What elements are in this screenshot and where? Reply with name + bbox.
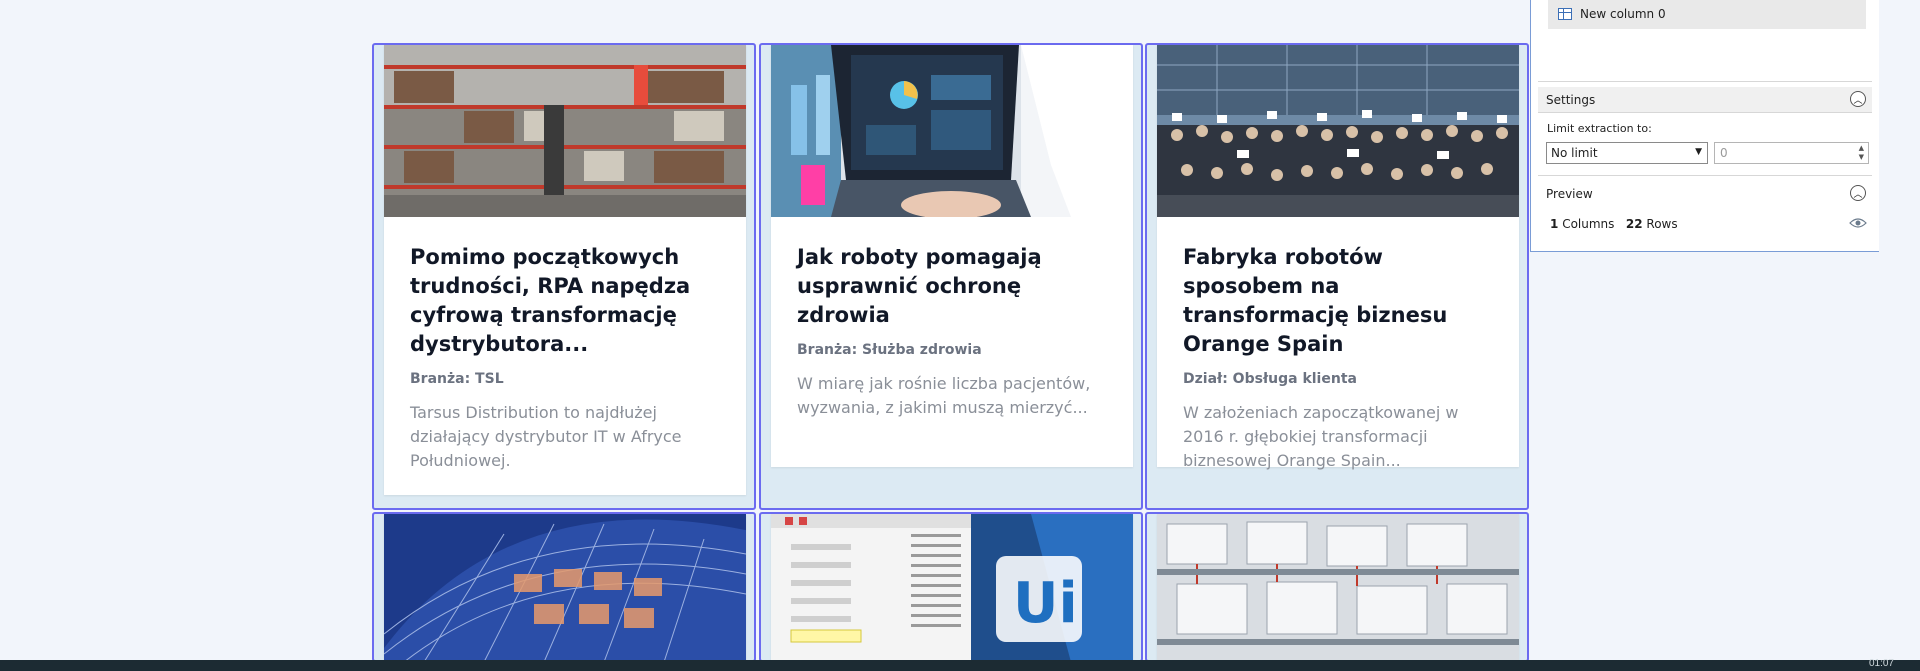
columns-count: 1 [1550,217,1559,231]
card-title[interactable]: Pomimo początkowych trudności, RPA napęd… [410,243,720,359]
warehouse-image [384,45,746,217]
case-study-card-6[interactable] [1145,512,1529,662]
case-study-card-3[interactable]: Fabryka robotów sposobem na transformacj… [1145,43,1529,510]
card-category: Branża: TSL [410,371,504,387]
limit-dropdown-value: No limit [1551,146,1598,160]
collapse-preview-icon[interactable]: ︿ [1850,185,1866,201]
divider [1538,81,1872,82]
case-study-card-1[interactable]: Pomimo początkowych trudności, RPA napęd… [372,43,756,510]
page-margin [1879,0,1920,660]
chevron-down-icon: ▼ [1695,147,1702,157]
case-study-card-2[interactable]: Jak roboty pomagają usprawnić ochronę zd… [759,43,1143,510]
taskbar-clock: 01:07 [1868,658,1894,669]
card-1-content[interactable]: Pomimo początkowych trudności, RPA napęd… [384,45,746,495]
laptop-lab-image [771,45,1133,217]
extraction-wizard-panel: New column 0 Settings ︿ Limit extraction… [1530,0,1880,252]
card-category: Branża: Służba zdrowia [797,342,982,358]
card-description: W miarę jak rośnie liczba pacjentów, wyz… [797,374,1091,417]
rows-label: Rows [1646,217,1678,231]
card-description: Tarsus Distribution to najdłużej działaj… [410,403,682,470]
preview-section-header[interactable]: Preview ︿ [1538,181,1872,207]
eye-icon[interactable] [1849,217,1867,232]
columns-label: Columns [1562,217,1615,231]
card-title[interactable]: Fabryka robotów sposobem na transformacj… [1183,243,1493,359]
limit-dropdown[interactable]: No limit ▼ [1546,142,1708,164]
card-title[interactable]: Jak roboty pomagają usprawnić ochronę zd… [797,243,1107,330]
settings-section-header[interactable]: Settings ︿ [1538,87,1872,113]
preview-summary: 1 Columns 22 Rows [1550,217,1678,231]
uipath-screenshot-image: Ui [771,514,1133,662]
settings-title: Settings [1546,92,1596,107]
limit-number-value: 0 [1720,146,1728,160]
preview-title: Preview [1546,187,1593,201]
limit-label: Limit extraction to: [1547,122,1652,135]
collapse-settings-icon[interactable]: ︿ [1850,91,1866,107]
limit-number-input[interactable]: 0 ▲ ▼ [1714,142,1869,164]
column-item-label: New column 0 [1580,7,1666,21]
card-3-content[interactable]: Fabryka robotów sposobem na transformacj… [1157,45,1519,470]
taskbar: 01:07 [0,658,1920,671]
case-study-card-4[interactable] [372,512,756,662]
table-column-icon [1558,8,1572,20]
building-image [384,514,746,662]
uipath-logo-text: Ui [1013,571,1078,636]
factory-line-image [1157,514,1519,662]
card-category: Dział: Obsługa klienta [1183,371,1357,387]
group-photo-image [1157,45,1519,217]
card-2-content[interactable]: Jak roboty pomagają usprawnić ochronę zd… [771,45,1133,467]
rows-count: 22 [1625,217,1643,231]
stepper-icon[interactable]: ▲ ▼ [1859,144,1864,162]
divider [1538,175,1872,176]
case-study-card-5[interactable]: Ui [759,512,1143,662]
card-description: W założeniach zapoczątkowanej w 2016 r. … [1183,403,1459,470]
column-item[interactable]: New column 0 [1548,0,1866,29]
